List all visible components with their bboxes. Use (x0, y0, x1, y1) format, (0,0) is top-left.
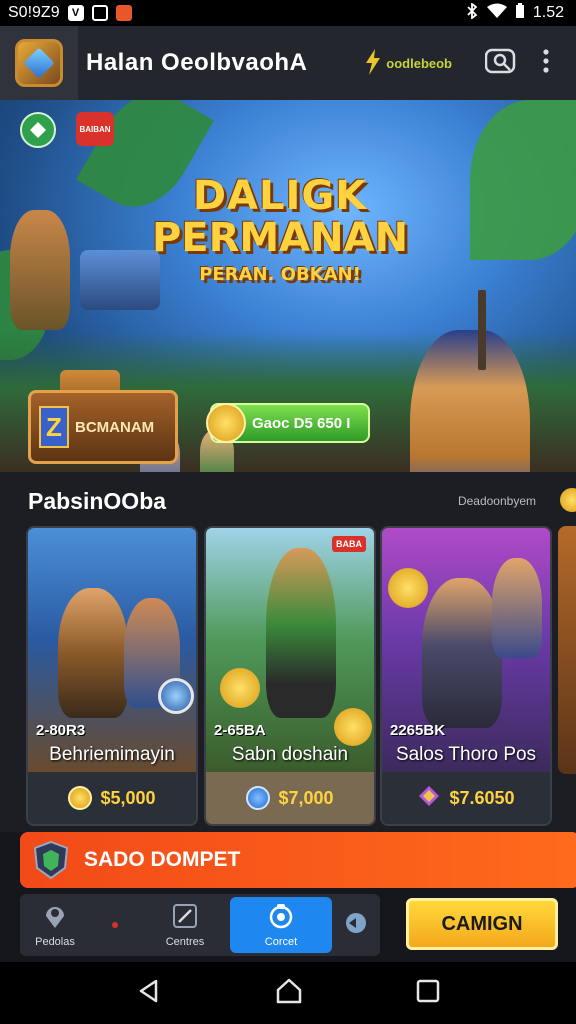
game-card[interactable]: 2-80R3 Behriemimayin $5,000 (26, 526, 198, 826)
notification-dot (112, 922, 118, 928)
hero-cart (80, 250, 160, 310)
card-price[interactable]: $7.6050 (382, 772, 550, 824)
edit-icon (172, 903, 198, 932)
system-navigation-bar (0, 962, 576, 1024)
app-logo-icon (15, 39, 63, 87)
status-time: 1.52 (532, 4, 564, 21)
card-coin (388, 568, 428, 608)
section-title: PabsinOOba (28, 488, 167, 514)
card-price[interactable]: $7,000 (206, 772, 374, 824)
hero-title-line2: PERMANAN (151, 215, 409, 261)
treasure-chest[interactable]: Z BCMANAM (28, 390, 178, 464)
app-logo[interactable] (0, 26, 78, 100)
card-character (492, 558, 542, 658)
status-right: 1.52 (465, 1, 564, 24)
coin-icon (68, 786, 93, 810)
card-level: 2-65BA (214, 722, 266, 739)
nav-label: Corcet (264, 935, 298, 948)
game-card[interactable]: BABA 2-65BA Sabn doshain $7,000 (204, 526, 376, 826)
chat-icon (343, 912, 369, 939)
games-section: PabsinOOba Deadoonbyem 2-80R3 Behriemima… (0, 472, 576, 832)
card-price-value: $7.6050 (449, 787, 515, 808)
app-title: Halan OeolbvaohA (86, 49, 308, 76)
hero-title: DALIGK PERMANAN PERAN. OBKAN! (150, 175, 410, 287)
campaign-button[interactable]: CAMIGN (406, 898, 558, 950)
card-character (266, 548, 336, 718)
card-character (422, 578, 502, 728)
bluetooth-icon (465, 1, 479, 24)
card-coin (158, 678, 194, 714)
nav-notification[interactable] (90, 897, 140, 953)
notification-image-icon (91, 5, 108, 21)
card-price-value: $7,000 (278, 787, 334, 808)
nav-label: Pedolas (35, 935, 75, 948)
status-left-text: S0!9Z9 (8, 4, 60, 21)
hero-cta-button[interactable]: Gaoc D5 650 I (206, 403, 370, 443)
hot-badge[interactable]: BAIBAN (76, 112, 114, 146)
nav-label: Centres (165, 935, 205, 948)
coin-icon (246, 786, 271, 810)
game-card[interactable]: 2265BK Salos Thoro Pos $7.6050 (380, 526, 552, 826)
card-price-value: $5,000 (100, 787, 156, 808)
promo-chip[interactable]: oodlebeob (364, 48, 452, 78)
hero-subtitle: PERAN. OBKAN! (199, 264, 361, 285)
map-pin-icon (43, 903, 67, 932)
bottom-nav: Pedolas Centres Corcet (20, 894, 380, 956)
app-header: Halan OeolbvaohA oodlebeob (0, 26, 576, 100)
card-name: Sabn doshain (231, 744, 349, 765)
card-coin (334, 708, 372, 746)
hero-cta-label: Gaoc D5 650 I (252, 414, 351, 432)
nav-item-chat[interactable] (332, 897, 380, 953)
search-button[interactable] (484, 45, 520, 81)
promo-label: oodlebeob (386, 55, 452, 71)
nav-item-pedolas[interactable]: Pedolas (20, 897, 90, 953)
more-menu-button[interactable] (534, 45, 558, 81)
see-all-link[interactable]: Deadoonbyem (458, 494, 536, 508)
game-card-partial[interactable] (558, 526, 576, 774)
hero-main-warrior (410, 330, 530, 472)
status-left: S0!9Z9 V (8, 4, 132, 22)
wallet-label: SADO DOMPET (84, 848, 241, 871)
card-level: 2265BK (390, 722, 446, 739)
card-level: 2-80R3 (36, 722, 86, 739)
card-name: Behriemimayin (49, 744, 175, 765)
gem-icon (417, 784, 441, 813)
coin-icon (560, 488, 576, 512)
hero-warrior-left (10, 210, 70, 330)
nav-item-centres[interactable]: Centres (140, 897, 230, 953)
chest-letter: Z (39, 406, 69, 448)
card-character (58, 588, 128, 718)
more-vert-icon (543, 48, 549, 78)
wifi-icon (486, 3, 507, 24)
notification-v-icon: V (67, 5, 84, 21)
card-coin (220, 668, 260, 708)
lightning-icon (364, 48, 382, 78)
app-screen: S0!9Z9 V 1.52 Halan OeolbvaohA oodlebeob… (0, 0, 576, 1024)
diamond-badge-icon[interactable] (20, 112, 56, 148)
card-name: Salos Thoro Pos (395, 744, 537, 765)
nav-item-corcet[interactable]: Corcet (230, 897, 332, 953)
notification-app-icon (115, 5, 132, 21)
gamepad-icon (266, 903, 296, 932)
battery-icon (515, 2, 525, 24)
card-price[interactable]: $5,000 (28, 772, 196, 824)
coin-icon (206, 403, 246, 443)
home-icon[interactable] (275, 977, 303, 1010)
wallet-shield-icon (32, 840, 70, 880)
hero-foliage (470, 100, 576, 260)
back-icon[interactable] (136, 978, 162, 1009)
hero-sword (478, 290, 486, 370)
hero-title-line1: DALIGK (192, 173, 368, 219)
search-icon (484, 47, 519, 80)
chest-label: BCMANAM (75, 418, 155, 436)
card-tag: BABA (332, 536, 366, 552)
recents-icon[interactable] (416, 979, 440, 1008)
status-bar: S0!9Z9 V 1.52 (0, 0, 576, 26)
wallet-banner[interactable]: SADO DOMPET (20, 832, 576, 888)
